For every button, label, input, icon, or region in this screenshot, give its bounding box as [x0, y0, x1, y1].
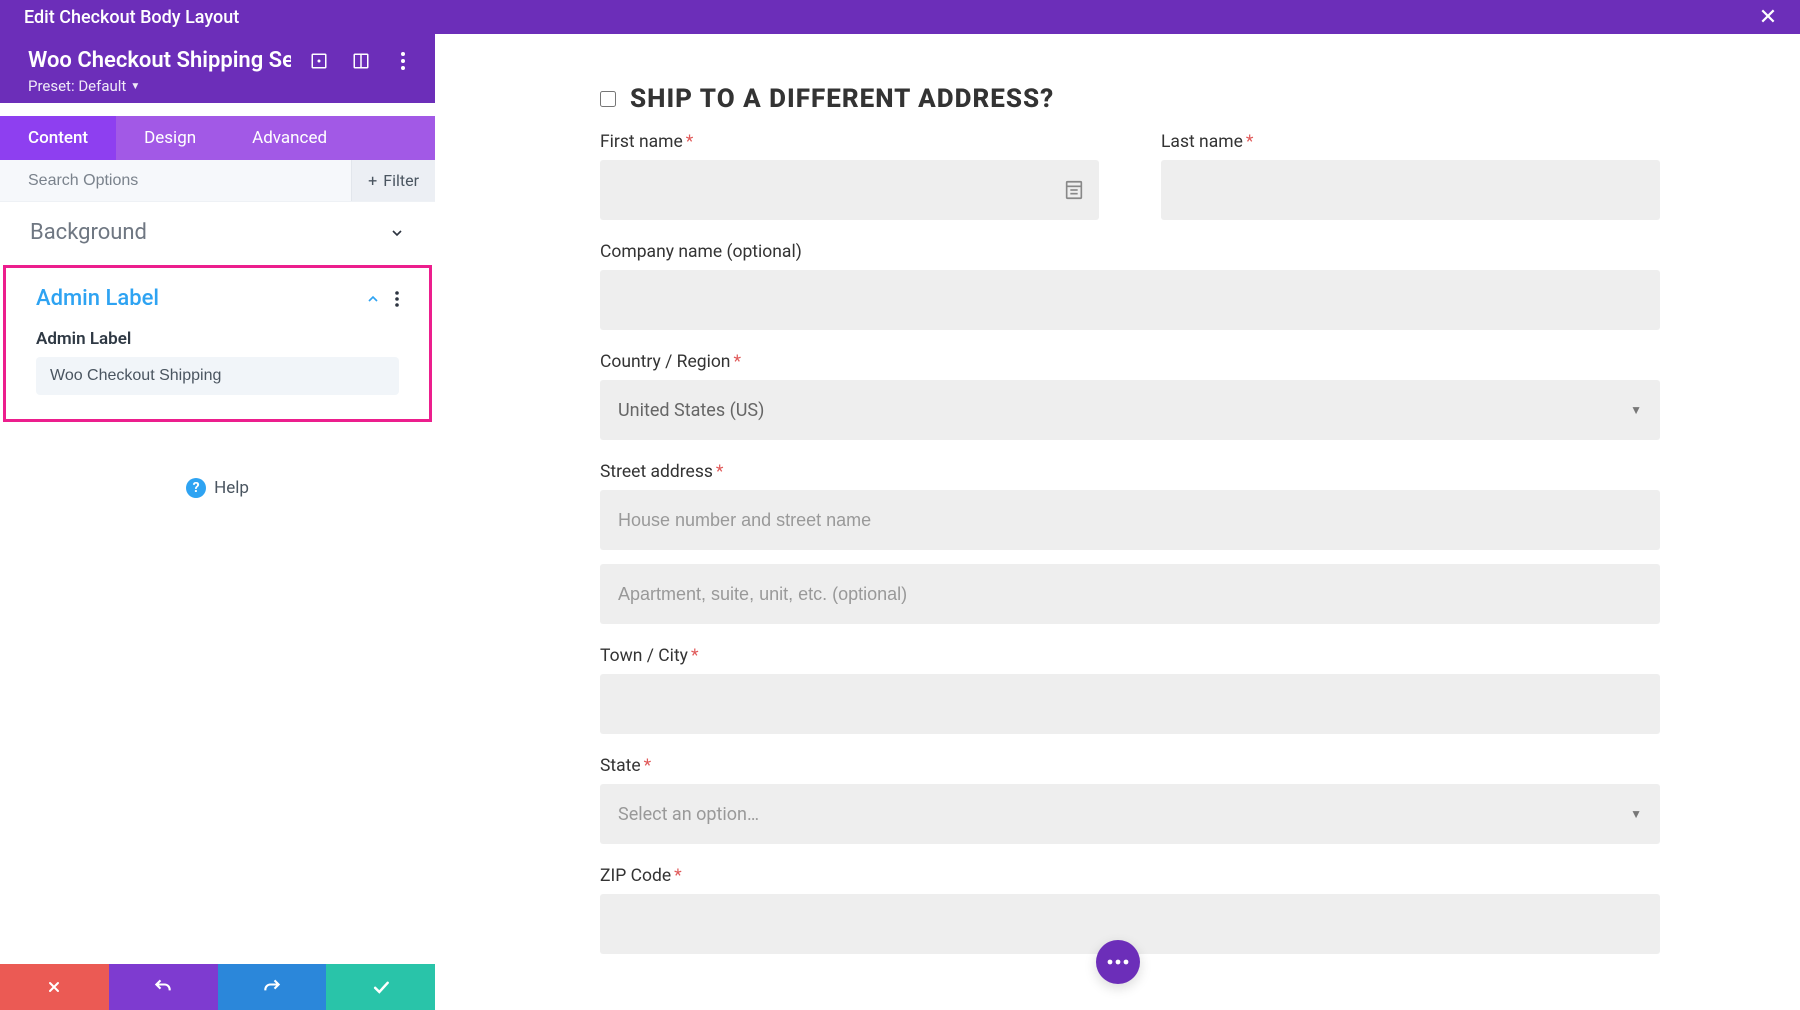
address-book-icon[interactable] — [1063, 179, 1085, 201]
module-header: Woo Checkout Shipping Set... Preset: Def… — [0, 34, 435, 103]
filter-label: Filter — [383, 171, 419, 190]
panel-icon[interactable] — [351, 51, 371, 71]
city-input[interactable] — [600, 674, 1660, 734]
group-background-title: Background — [30, 220, 389, 245]
group-more-icon[interactable] — [395, 291, 399, 307]
required-asterisk: * — [644, 756, 652, 776]
undo-button[interactable] — [109, 964, 218, 1010]
country-value: United States (US) — [618, 400, 764, 421]
city-label: Town / City — [600, 646, 688, 666]
country-select[interactable]: United States (US) ▼ — [600, 380, 1660, 440]
state-label: State — [600, 756, 641, 776]
editor-topbar: Edit Checkout Body Layout ✕ — [0, 0, 1800, 34]
close-icon[interactable]: ✕ — [1754, 3, 1782, 31]
tab-content[interactable]: Content — [0, 116, 116, 160]
shipping-form: SHIP TO A DIFFERENT ADDRESS? First name*… — [600, 84, 1660, 954]
last-name-input[interactable] — [1161, 160, 1660, 220]
tab-design[interactable]: Design — [116, 116, 224, 160]
group-admin-label-highlight: Admin Label Admin Label — [3, 265, 432, 422]
admin-label-field-label: Admin Label — [36, 329, 399, 349]
required-asterisk: * — [733, 352, 741, 372]
search-row: + Filter — [0, 160, 435, 202]
drag-icon[interactable] — [309, 51, 329, 71]
caret-down-icon: ▼ — [130, 81, 140, 92]
editor-title: Edit Checkout Body Layout — [24, 7, 1754, 28]
tab-advanced[interactable]: Advanced — [224, 116, 355, 160]
chevron-down-icon: ▼ — [1630, 403, 1642, 417]
more-icon[interactable] — [393, 51, 413, 71]
search-input[interactable] — [28, 172, 351, 190]
required-asterisk: * — [686, 132, 694, 152]
ship-heading: SHIP TO A DIFFERENT ADDRESS? — [600, 84, 1660, 114]
ship-different-checkbox[interactable] — [600, 91, 616, 107]
first-name-label: First name — [600, 132, 683, 152]
plus-icon: + — [368, 171, 377, 190]
cancel-button[interactable] — [0, 964, 109, 1010]
preview-area: SHIP TO A DIFFERENT ADDRESS? First name*… — [435, 34, 1800, 1010]
required-asterisk: * — [1246, 132, 1254, 152]
group-admin-label-body: Admin Label — [6, 329, 429, 395]
group-admin-label[interactable]: Admin Label — [6, 268, 429, 329]
country-label: Country / Region — [600, 352, 730, 372]
chevron-down-icon: ▼ — [1630, 807, 1642, 821]
redo-button[interactable] — [218, 964, 327, 1010]
chevron-up-icon — [365, 291, 381, 307]
required-asterisk: * — [691, 646, 699, 666]
help-link[interactable]: ? Help — [0, 478, 435, 498]
state-select[interactable]: Select an option… ▼ — [600, 784, 1660, 844]
action-bar — [0, 964, 435, 1010]
chevron-down-icon — [389, 225, 405, 241]
preset-selector[interactable]: Preset: Default ▼ — [28, 77, 413, 95]
company-label: Company name (optional) — [600, 242, 1660, 262]
first-name-input[interactable] — [600, 160, 1099, 220]
ship-heading-text: SHIP TO A DIFFERENT ADDRESS? — [630, 84, 1054, 114]
required-asterisk: * — [716, 462, 724, 482]
help-icon: ? — [186, 478, 206, 498]
zip-label: ZIP Code — [600, 866, 671, 886]
street-label: Street address — [600, 462, 713, 482]
street-address-1-input[interactable] — [600, 490, 1660, 550]
group-background[interactable]: Background — [0, 202, 435, 263]
state-value: Select an option… — [618, 804, 759, 825]
company-input[interactable] — [600, 270, 1660, 330]
last-name-label: Last name — [1161, 132, 1243, 152]
help-label: Help — [214, 478, 249, 498]
street-address-2-input[interactable] — [600, 564, 1660, 624]
save-button[interactable] — [326, 964, 435, 1010]
filter-button[interactable]: + Filter — [351, 160, 435, 201]
preset-label: Preset: Default — [28, 77, 126, 95]
admin-label-input[interactable] — [36, 357, 399, 395]
fab-more-button[interactable] — [1096, 940, 1140, 984]
options-panel: Background Admin Label Admin Label — [0, 202, 435, 424]
required-asterisk: * — [674, 866, 682, 886]
module-title: Woo Checkout Shipping Set... — [28, 48, 291, 73]
module-tabs: Content Design Advanced — [0, 116, 435, 160]
group-admin-label-title: Admin Label — [36, 286, 365, 311]
